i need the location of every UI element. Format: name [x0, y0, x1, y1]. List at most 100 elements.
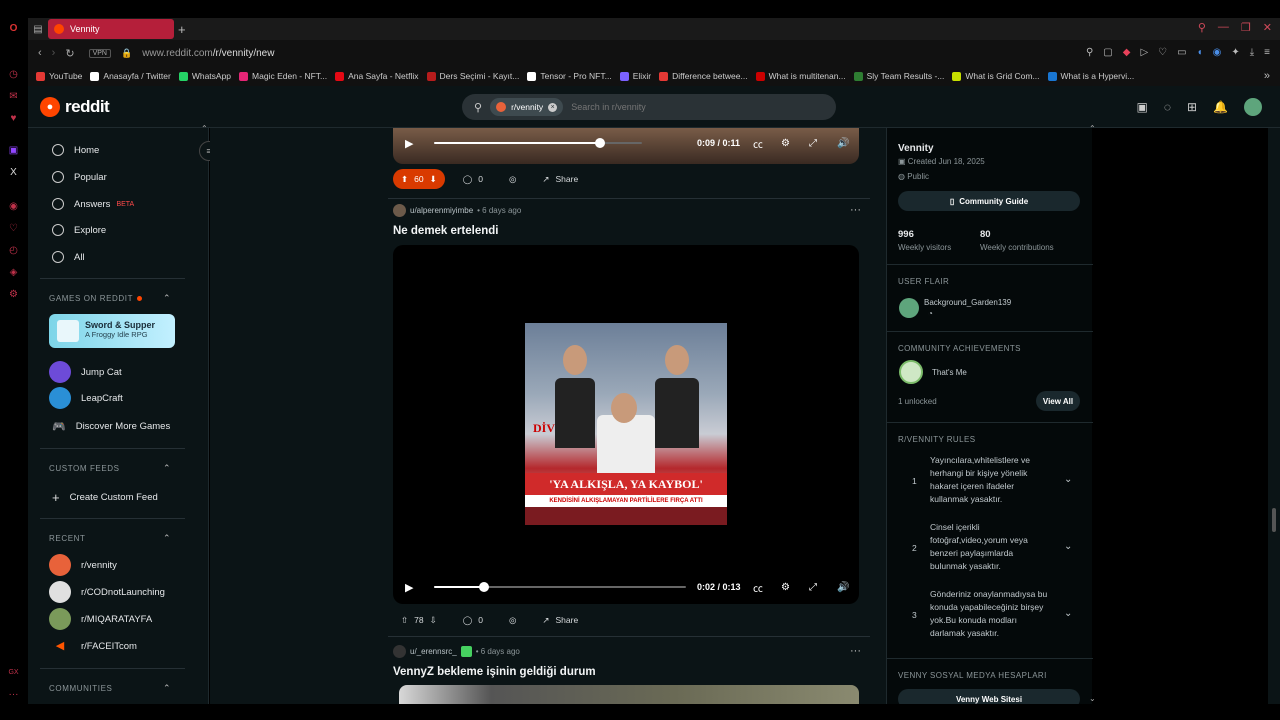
fullscreen-icon[interactable]: ⤢ — [809, 582, 817, 593]
bookmark-item[interactable]: What is Grid Com... — [952, 71, 1040, 81]
comments-button[interactable]: ◯ 0 — [455, 610, 491, 630]
award-button[interactable]: ◎ — [501, 610, 524, 630]
vote-control[interactable]: ⬆ 60 ⬇ — [393, 169, 445, 189]
minimize-icon[interactable]: — — [1218, 21, 1229, 34]
bookmark-item[interactable]: YouTube — [36, 71, 82, 81]
featured-game-card[interactable]: Sword & Supper A Froggy Idle RPG — [49, 314, 175, 348]
chevron-down-icon[interactable]: ⌄ — [1064, 608, 1072, 619]
bookmarks-overflow-icon[interactable]: » — [1264, 70, 1270, 82]
post-media-preview[interactable] — [399, 685, 859, 704]
post-author[interactable]: u/_erennsrc_ — [410, 647, 457, 656]
communities-header[interactable]: COMMUNITIES ⌃ — [49, 683, 189, 693]
recent-vennity[interactable]: r/vennity — [49, 554, 117, 576]
settings-icon[interactable]: ⚙ — [781, 138, 790, 149]
notifications-icon[interactable]: 🔔 — [1213, 100, 1228, 114]
award-button[interactable]: ◎ — [501, 169, 524, 189]
recent-faceitcom[interactable]: ◀ r/FACEITcom — [49, 635, 137, 657]
create-custom-feed[interactable]: + Create Custom Feed — [52, 490, 158, 505]
bookmark-item[interactable]: WhatsApp — [178, 71, 231, 81]
video-player-top[interactable]: ▶ 0:09 / 0:11 ㏄ ⚙ ⤢ 🔊 — [393, 128, 859, 164]
chevron-down-icon[interactable]: ⌄ — [1064, 474, 1072, 485]
screenshot-icon[interactable]: ▢ — [1103, 47, 1112, 58]
download-icon[interactable]: ⤓ — [1250, 47, 1254, 58]
back-icon[interactable]: ‹ — [38, 47, 42, 59]
nav-popular[interactable]: Popular — [52, 171, 107, 183]
search-input[interactable] — [571, 102, 772, 112]
bookmark-item[interactable]: Anasayfa / Twitter — [90, 71, 171, 81]
advertise-icon[interactable]: ▣ — [1137, 100, 1148, 114]
reddit-logo[interactable]: ● reddit — [40, 97, 110, 117]
captions-icon[interactable]: ㏄ — [753, 136, 763, 151]
post-title[interactable]: VennyZ bekleme işinin geldiği durum — [393, 666, 596, 678]
play-icon[interactable]: ▶ — [405, 137, 413, 150]
video-player-main[interactable]: DİV 'YA ALKIŞLA, YA KAYBOL' KENDİSİNİ AL… — [393, 245, 859, 604]
nav-all[interactable]: All — [52, 251, 85, 263]
wallet-icon[interactable]: ▭ — [1177, 47, 1186, 58]
reload-icon[interactable]: ↻ — [65, 47, 74, 60]
rule-item[interactable]: 3 Gönderiniz onaylanmadıysa bu konuda yap… — [898, 588, 1080, 646]
forward-icon[interactable]: › — [52, 47, 56, 59]
active-tab[interactable]: Vennity — [48, 19, 174, 39]
new-tab-icon[interactable]: + — [178, 22, 186, 37]
volume-icon[interactable]: 🔊 — [837, 582, 849, 593]
game-jump-cat[interactable]: Jump Cat — [49, 361, 122, 383]
post-author[interactable]: u/alperenmiyimbe — [410, 206, 473, 215]
upvote-icon[interactable]: ⇧ — [401, 615, 408, 626]
bookmark-item[interactable]: Ders Seçimi - Kayıt... — [426, 71, 519, 81]
play-icon[interactable]: ▶ — [405, 581, 413, 594]
recent-codnotlaunching[interactable]: r/CODnotLaunching — [49, 581, 165, 603]
downvote-icon[interactable]: ⇩ — [430, 615, 437, 626]
messenger-icon[interactable]: ✉ — [7, 90, 20, 103]
games-section-header[interactable]: GAMES ON REDDIT ⌃ — [49, 293, 189, 303]
scroll-up-icon[interactable]: ⌃ — [201, 124, 208, 133]
bookmark-item[interactable]: What is a Hypervi... — [1047, 71, 1134, 81]
create-post-icon[interactable]: ⊞ — [1187, 100, 1197, 114]
share-button[interactable]: ↗ Share — [534, 169, 586, 189]
pocket-icon[interactable]: ♥ — [7, 112, 20, 125]
community-guide-button[interactable]: ▯ Community Guide — [898, 191, 1080, 211]
upvote-icon[interactable]: ⬆ — [401, 174, 408, 185]
nav-home[interactable]: Home — [52, 144, 99, 156]
twitch-icon[interactable]: ▣ — [7, 144, 20, 157]
extensions-icon[interactable]: ✦ — [1231, 47, 1239, 58]
audio-icon[interactable]: ◖ — [1197, 47, 1203, 58]
vote-control[interactable]: ⇧ 78 ⇩ — [393, 610, 445, 630]
heart-icon[interactable]: ♡ — [1158, 47, 1167, 58]
custom-feeds-header[interactable]: CUSTOM FEEDS ⌃ — [49, 463, 189, 473]
recent-miqaratayfa[interactable]: r/MIQARATAYFA — [49, 608, 152, 630]
vpn-badge[interactable]: VPN — [88, 48, 111, 58]
bookmarks-icon[interactable]: ♡ — [7, 222, 20, 235]
chat-icon[interactable]: ◌ — [1164, 100, 1171, 114]
user-avatar[interactable] — [1244, 98, 1262, 116]
volume-icon[interactable]: 🔊 — [837, 138, 849, 149]
post-title[interactable]: Ne demek ertelendi — [393, 225, 498, 237]
comments-button[interactable]: ◯ 0 — [455, 169, 491, 189]
discover-more-games[interactable]: 🎮 Discover More Games — [52, 420, 170, 433]
search-bar[interactable]: ⚲ r/vennity × — [462, 94, 836, 120]
game-leapcraft[interactable]: LeapCraft — [49, 387, 123, 409]
pin-icon[interactable]: ⚲ — [1086, 47, 1093, 58]
maximize-icon[interactable]: ❐ — [1241, 21, 1251, 34]
bookmark-item[interactable]: Tensor - Pro NFT... — [527, 71, 612, 81]
bookmark-item[interactable]: What is multitenan... — [755, 71, 846, 81]
seek-handle[interactable] — [595, 138, 605, 148]
scroll-up-icon[interactable]: ⌃ — [1089, 124, 1096, 133]
player-icon[interactable]: ◉ — [7, 200, 20, 213]
recent-icon[interactable]: ◷ — [7, 68, 20, 81]
subreddit-chip[interactable]: r/vennity × — [490, 98, 564, 116]
bookmark-item[interactable]: Sly Team Results -... — [853, 71, 944, 81]
bookmark-item[interactable]: Ana Sayfa - Netflix — [335, 71, 419, 81]
view-all-button[interactable]: View All — [1036, 391, 1080, 411]
bookmark-item[interactable]: Difference betwee... — [659, 71, 748, 81]
send-icon[interactable]: ▷ — [1140, 47, 1148, 58]
nav-answers[interactable]: Answers BETA — [52, 198, 134, 210]
search-tabs-icon[interactable]: ⚲ — [1198, 21, 1206, 34]
author-avatar[interactable] — [393, 645, 406, 658]
seek-handle[interactable] — [479, 582, 489, 592]
scrollbar-thumb[interactable] — [1272, 508, 1276, 532]
settings-icon[interactable]: ⚙ — [7, 288, 20, 301]
nav-explore[interactable]: Explore — [52, 224, 106, 236]
post-options-icon[interactable]: ··· — [850, 645, 861, 657]
bookmark-item[interactable]: Elixir — [619, 71, 651, 81]
flair-username[interactable]: Background_Garden139 — [924, 298, 1011, 307]
